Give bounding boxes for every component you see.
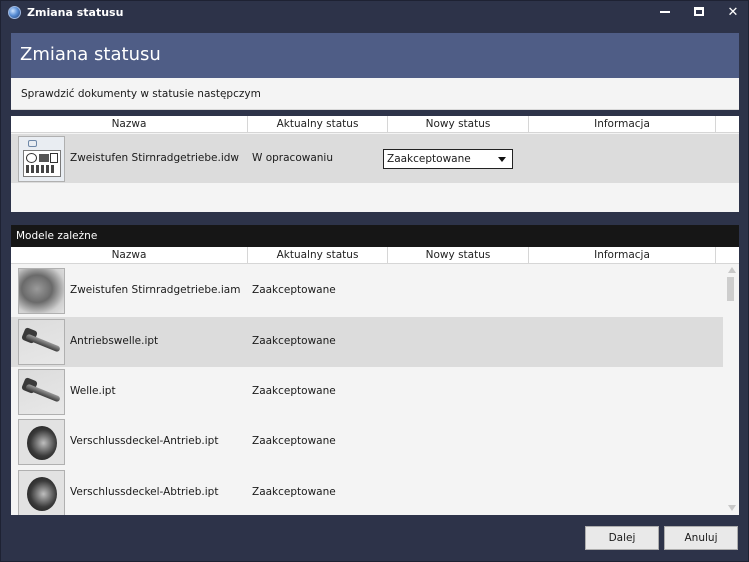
table-row[interactable]: Verschlussdeckel-Abtrieb.ipt Zaakceptowa… [11,468,723,515]
column-header-name[interactable]: Nazwa [11,247,248,264]
model-current-status: Zaakceptowane [252,284,336,296]
instruction-bar: Sprawdzić dokumenty w statusie następczy… [11,78,739,110]
model-name: Zweistufen Stirnradgetriebe.iam [70,284,241,296]
cancel-button[interactable]: Anuluj [664,526,738,550]
minimize-icon [660,10,670,13]
assembly-thumbnail [18,268,65,314]
dependent-models-table: Nazwa Aktualny status Nowy status Inform… [11,247,739,515]
table-row[interactable]: Welle.ipt Zaakceptowane [11,367,723,417]
column-header-filler [716,116,739,133]
dependent-models-title: Modele zależne [16,230,98,242]
table-row[interactable]: Zweistufen Stirnradgetriebe.idw W opraco… [11,134,739,183]
documents-table: Nazwa Aktualny status Nowy status Inform… [11,116,739,212]
dialog-heading: Zmiana statusu [20,44,161,65]
dependent-models-header: Modele zależne [11,225,739,247]
table-row[interactable]: Zweistufen Stirnradgetriebe.iam Zaakcept… [11,266,723,316]
change-status-dialog: Zmiana statusu ✕ Zmiana statusu Sprawdzi… [0,0,749,562]
window-title: Zmiana statusu [27,6,124,19]
model-name: Verschlussdeckel-Antrieb.ipt [70,435,219,447]
model-current-status: Zaakceptowane [252,486,336,498]
maximize-button[interactable] [685,3,713,23]
app-logo-icon [8,6,21,19]
scroll-up-icon[interactable] [728,267,736,273]
model-current-status: Zaakceptowane [252,435,336,447]
column-header-name[interactable]: Nazwa [11,116,248,133]
title-bar[interactable]: Zmiana statusu ✕ [1,1,748,25]
column-header-current-status[interactable]: Aktualny status [248,247,388,264]
next-button[interactable]: Dalej [585,526,659,550]
document-name: Zweistufen Stirnradgetriebe.idw [70,152,240,164]
model-current-status: Zaakceptowane [252,335,336,347]
cover-thumbnail [18,419,65,465]
maximize-icon [694,7,704,16]
model-current-status: Zaakceptowane [252,385,336,397]
column-header-info[interactable]: Informacja [529,247,716,264]
close-button[interactable]: ✕ [719,3,747,23]
column-header-new-status[interactable]: Nowy status [388,247,529,264]
documents-table-header: Nazwa Aktualny status Nowy status Inform… [11,116,739,133]
vertical-scrollbar[interactable] [725,265,739,515]
dependent-models-table-header: Nazwa Aktualny status Nowy status Inform… [11,247,739,264]
dialog-header: Zmiana statusu [11,33,739,78]
document-current-status: W opracowaniu [252,152,334,164]
column-header-current-status[interactable]: Aktualny status [248,116,388,133]
drawing-thumbnail [18,136,65,182]
column-header-info[interactable]: Informacja [529,116,716,133]
model-name: Welle.ipt [70,385,116,397]
model-name: Verschlussdeckel-Abtrieb.ipt [70,486,219,498]
scroll-down-icon[interactable] [728,505,736,511]
scroll-thumb[interactable] [727,277,734,301]
table-row[interactable]: Antriebswelle.ipt Zaakceptowane [11,317,723,367]
cover-thumbnail [18,470,65,515]
close-icon: ✕ [727,5,739,20]
column-header-filler [716,247,739,264]
shaft-thumbnail [18,369,65,415]
instruction-text: Sprawdzić dokumenty w statusie następczy… [21,88,261,100]
table-row[interactable]: Verschlussdeckel-Antrieb.ipt Zaakceptowa… [11,417,723,467]
new-status-value: Zaakceptowane [387,153,471,165]
chevron-down-icon [498,157,506,162]
model-name: Antriebswelle.ipt [70,335,159,347]
column-header-new-status[interactable]: Nowy status [388,116,529,133]
new-status-select[interactable]: Zaakceptowane [383,149,513,169]
minimize-button[interactable] [651,3,679,23]
shaft-thumbnail [18,319,65,365]
